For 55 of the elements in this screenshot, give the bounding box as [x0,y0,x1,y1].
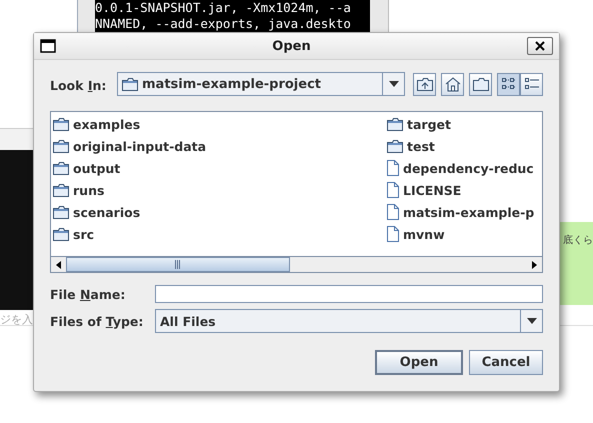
folder-icon [53,162,69,174]
window-title: Open [271,38,312,54]
document-icon [387,204,399,220]
file-item[interactable]: original-input-data [53,135,387,157]
dropdown-arrow-icon [526,318,536,324]
file-item[interactable]: target [387,113,540,135]
close-button[interactable] [527,37,553,55]
field-label: Files of Type: [50,314,144,328]
folder-icon [53,184,69,196]
file-item[interactable]: dependency-reduc [387,157,540,179]
file-item[interactable]: src [53,223,387,245]
details-view-icon [524,77,538,91]
dialog-button[interactable]: Cancel [469,350,543,375]
folder-up-icon [416,78,432,90]
grip-icon [175,260,181,269]
new-folder-icon [472,78,488,90]
toolbar-button[interactable] [413,72,436,96]
folder-icon [53,206,69,218]
document-icon [387,226,399,242]
file-item[interactable]: mvnw [387,223,540,245]
toolbar-button[interactable] [469,72,492,96]
folder-icon [122,78,138,90]
file-item[interactable]: examples [53,113,387,135]
folder-icon [53,140,69,152]
file-item[interactable]: matsim-example-p [387,201,540,223]
field-label: File Name: [50,286,126,302]
folder-icon [53,118,69,130]
toolbar-button[interactable] [441,72,464,96]
dropdown-arrow-icon [388,81,398,87]
banner-text: 底くら [563,234,593,247]
file-name-field[interactable] [155,285,543,303]
document-icon [387,160,399,176]
look-in-dropdown[interactable]: matsim-example-project [117,72,405,96]
file-item[interactable]: output [53,157,387,179]
dialog-button[interactable]: Open [375,350,463,375]
horizontal-scrollbar[interactable] [51,256,542,272]
scroll-left-icon [56,260,61,268]
file-item[interactable]: LICENSE [387,179,540,201]
toolbar-button[interactable] [497,72,520,96]
folder-icon [53,228,69,240]
placeholder-text: ジを入 [0,312,33,327]
folder-icon [387,118,403,130]
field-label: Look In: [50,78,106,92]
file-item[interactable]: test [387,135,540,157]
document-icon [387,182,399,198]
file-type-dropdown[interactable]: All Files [155,309,543,333]
toolbar-button[interactable] [520,72,543,96]
window-icon [40,39,56,53]
list-view-icon [502,77,516,91]
file-item[interactable]: scenarios [53,201,387,223]
close-icon [535,41,545,51]
folder-icon [387,140,403,152]
file-item[interactable]: runs [53,179,387,201]
home-icon [444,76,460,92]
scroll-right-icon [532,260,537,268]
